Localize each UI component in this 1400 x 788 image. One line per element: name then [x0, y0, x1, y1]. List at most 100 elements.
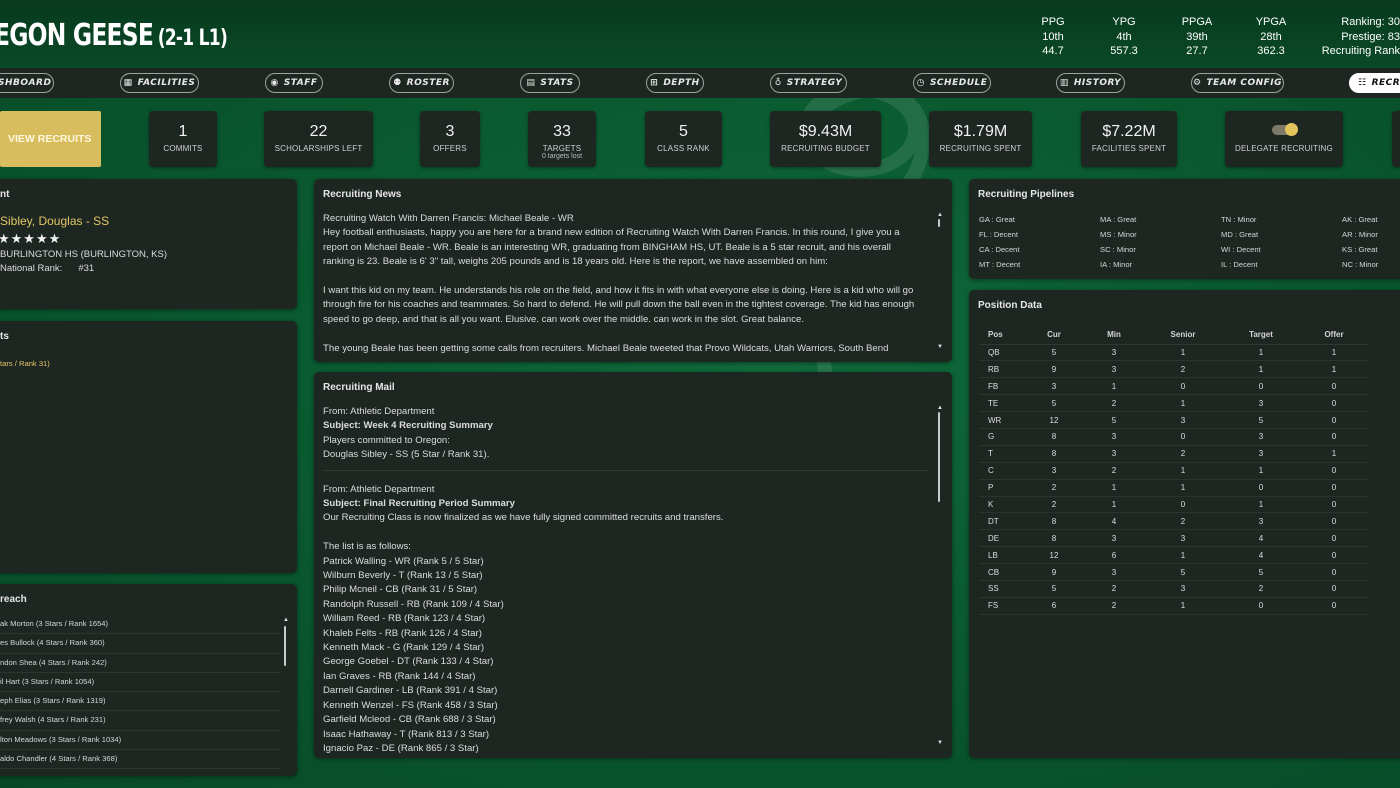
view-recruits-button[interactable]: VIEW RECRUITS: [0, 111, 101, 167]
outreach-panel: reach ak Morton (3 Stars / Rank 1654) es…: [0, 584, 297, 776]
position-cell: RB: [979, 360, 1023, 379]
nav-team-config[interactable]: ⚙ TEAM CONFIG: [1191, 73, 1284, 93]
outreach-item[interactable]: aldo Chandler (4 Stars / Rank 368): [0, 750, 280, 770]
scroll-down-arrow[interactable]: ▼: [937, 344, 943, 350]
outreach-item[interactable]: es Bullock (4 Stars / Rank 360): [0, 634, 280, 654]
value-cell: 2: [1085, 394, 1143, 413]
value-cell: 4: [1223, 546, 1299, 565]
pipeline-item: NC : Minor: [1342, 260, 1379, 269]
news-headline: Recruiting Watch With Darren Francis: Mi…: [323, 213, 574, 224]
scroll-up-arrow[interactable]: ▲: [937, 212, 943, 218]
position-cell: SS: [979, 580, 1023, 598]
value-cell: 3: [1085, 529, 1143, 548]
pipeline-item: AR : Minor: [1342, 230, 1378, 239]
stat-ppg: PPG 10th 44.7: [1023, 15, 1083, 59]
value-cell: 3: [1023, 377, 1085, 396]
team-ranking-block: Ranking: 30 Prestige: 83 Recruiting Rank: [1290, 15, 1400, 59]
outreach-item[interactable]: eph Elias (3 Stars / Rank 1319): [0, 692, 280, 712]
scroll-down-arrow[interactable]: ▼: [937, 740, 943, 746]
position-cell: CB: [979, 563, 1023, 581]
column-header: Offer: [1299, 326, 1369, 345]
value-cell: 3: [1023, 462, 1085, 480]
value-cell: 8: [1023, 529, 1085, 548]
value-cell: 5: [1085, 411, 1143, 429]
card-label: CLASS RANK: [657, 144, 710, 153]
value-cell: 3: [1085, 360, 1143, 379]
nav-depth[interactable]: ⊞ DEPTH: [646, 73, 704, 93]
nav-label: SCHEDULE: [929, 78, 988, 88]
news-scrollbar[interactable]: [938, 219, 940, 227]
news-line: speed to go deep, and that is all you wa…: [323, 313, 805, 325]
news-content: Recruiting Watch With Darren Francis: Mi…: [323, 212, 935, 356]
value-cell: 1: [1143, 597, 1223, 615]
table-row: FS 6 2 1 0 0: [979, 597, 1369, 615]
scroll-up-arrow[interactable]: ▲: [283, 617, 289, 623]
outreach-item[interactable]: il Hart (3 Stars / Rank 1054): [0, 673, 280, 693]
value-cell: 0: [1299, 563, 1369, 581]
nav-stats[interactable]: ▤ STATS: [520, 73, 580, 93]
nav-schedule[interactable]: ◷ SCHEDULE: [913, 73, 991, 93]
sliders-icon: ☷: [1358, 78, 1367, 88]
card-sublabel: 0 targets lost: [541, 153, 583, 160]
panel-title: ts: [0, 331, 9, 342]
outreach-item[interactable]: lton Meadows (3 Stars / Rank 1034): [0, 731, 280, 751]
value-cell: 5: [1143, 563, 1223, 581]
mail-from: From: Athletic Department: [323, 483, 435, 495]
nav-facilities[interactable]: ▦ FACILITIES: [120, 73, 199, 93]
panel-title: Position Data: [978, 300, 1042, 311]
card-label: RECRUITING BUDGET: [781, 144, 870, 153]
position-data-table: Pos Cur Min Senior Target Offer QB 5 3 1 1 1 R…: [979, 326, 1369, 615]
delegate-recruiting-toggle[interactable]: [1272, 123, 1298, 136]
value-cell: 5: [1023, 344, 1085, 362]
pipeline-item: FL : Decent: [979, 230, 1018, 239]
mail-scrollbar[interactable]: [938, 412, 940, 502]
table-row: WR 12 5 3 5 0: [979, 411, 1369, 429]
value-cell: 9: [1023, 563, 1085, 581]
mail-content: From: Athletic Department Subject: Week …: [323, 405, 928, 756]
nav-label: STAFF: [283, 78, 318, 88]
position-cell: P: [979, 479, 1023, 497]
scroll-up-arrow[interactable]: ▲: [937, 405, 943, 411]
recruit-name[interactable]: Sibley, Douglas - SS: [0, 214, 109, 228]
value-cell: 1: [1223, 344, 1299, 362]
mail-list-item: George Goebel - DT (Rank 133 / 4 Star): [323, 656, 494, 668]
value-cell: 0: [1299, 377, 1369, 396]
nav-history[interactable]: ▥ HISTORY: [1056, 73, 1125, 93]
mail-list-item: Wilburn Beverly - T (Rank 13 / 5 Star): [323, 570, 483, 582]
card-value: $9.43M: [798, 123, 853, 140]
nav-recruiting[interactable]: ☷ RECRU: [1349, 73, 1400, 93]
lightbulb-icon: ♁: [774, 78, 782, 88]
value-cell: 12: [1023, 546, 1085, 565]
value-cell: 3: [1085, 563, 1143, 581]
stat-label: PPGA: [1181, 16, 1213, 28]
mail-line: Our Recruiting Class is now finalized as…: [323, 512, 724, 524]
card-value: 3: [445, 123, 455, 140]
value-cell: 0: [1299, 546, 1369, 565]
card-commits: 1 COMMITS: [149, 111, 217, 167]
table-row: DE 8 3 3 4 0: [979, 529, 1369, 548]
nav-label: STATS: [540, 78, 574, 88]
pipeline-item: MT : Decent: [979, 260, 1021, 269]
commit-item[interactable]: tars / Rank 31): [0, 359, 50, 368]
value-cell: 3: [1143, 580, 1223, 598]
nav-strategy[interactable]: ♁ STRATEGY: [770, 73, 847, 93]
outreach-item[interactable]: ak Morton (3 Stars / Rank 1654): [0, 615, 280, 635]
nav-roster[interactable]: ⚉ ROSTER: [389, 73, 454, 93]
nav-dashboard[interactable]: ASHBOARD: [0, 73, 54, 93]
news-line: The young Beale has been getting some ca…: [323, 342, 889, 354]
position-cell: QB: [979, 344, 1023, 362]
value-cell: 2: [1143, 360, 1223, 379]
value-cell: 0: [1299, 512, 1369, 531]
card-offers: 3 OFFERS: [420, 111, 480, 167]
table-icon: ▤: [526, 78, 536, 88]
mail-list-item: Darnell Gardiner - LB (Rank 391 / 4 Star…: [323, 685, 498, 697]
nav-staff[interactable]: ◉ STAFF: [265, 73, 323, 93]
outreach-item[interactable]: frey Walsh (4 Stars / Rank 231): [0, 711, 280, 731]
position-cell: DT: [979, 512, 1023, 531]
outreach-scrollbar[interactable]: [284, 626, 286, 666]
person-icon: ◉: [270, 78, 279, 88]
outreach-item[interactable]: ndon Shea (4 Stars / Rank 242): [0, 654, 280, 673]
national-rank-row: National Rank: #31: [0, 263, 94, 274]
delegate-recruiting-card[interactable]: DELEGATE RECRUITING: [1225, 111, 1343, 167]
pipeline-item: MD : Great: [1221, 230, 1259, 239]
